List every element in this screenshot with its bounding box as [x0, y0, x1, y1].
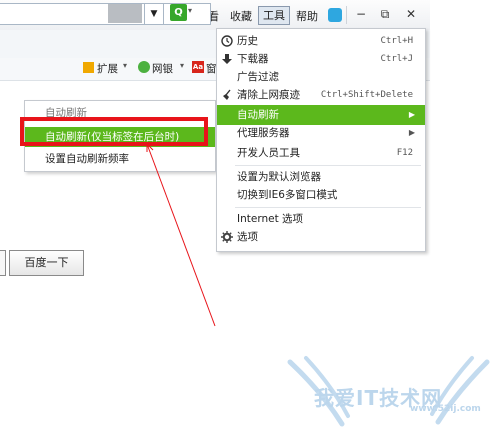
watermark-url: www.52ij.com — [410, 404, 481, 414]
